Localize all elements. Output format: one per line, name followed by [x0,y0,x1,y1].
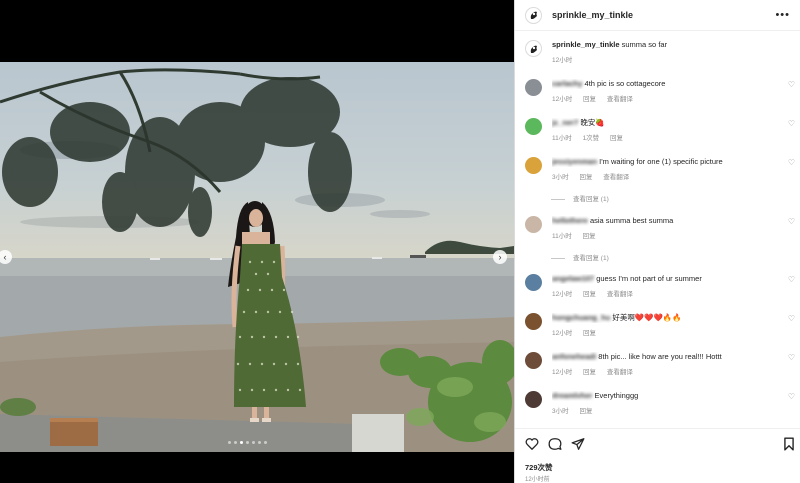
comment-time: 12小时 [552,330,573,337]
carousel-indicator [228,441,267,444]
comment-text: Everythinggg [594,391,639,400]
comment-text: 4th pic is so cottagecore [584,79,666,88]
view-replies-label: 查看回复 (1) [573,196,609,203]
commenter-avatar[interactable] [525,313,542,330]
reply-button[interactable]: 回复 [583,291,596,298]
comment-text: guess I'm not part of ur summer [596,274,702,283]
commenter-avatar[interactable] [525,79,542,96]
commenter-avatar[interactable] [525,157,542,174]
reply-button[interactable]: 回复 [583,233,596,240]
beach-scene-image [0,68,514,452]
carousel-dot [246,441,249,444]
see-translation-button[interactable]: 查看翻译 [607,369,633,376]
comment-text: 8th pic... like how are you real!!! Hott… [598,352,722,361]
commenter-avatar[interactable] [525,274,542,291]
owner-username[interactable]: sprinkle_my_tinkle [552,10,633,20]
like-comment-heart-icon[interactable]: ♡ [788,314,795,323]
comment-time: 12小时 [552,291,573,298]
view-replies-button[interactable]: 查看回复 (1) [551,252,609,262]
reply-button[interactable]: 回复 [583,330,596,337]
comments-list[interactable]: sprinkle_my_tinkle summa so far 12小时 car… [515,31,800,428]
reply-button[interactable]: 回复 [583,96,596,103]
reply-button[interactable]: 回复 [579,174,592,181]
post-sidebar: sprinkle_my_tinkle ••• sprinkle_my_tinkl… [514,0,800,483]
see-translation-button[interactable]: 查看翻译 [607,96,633,103]
commenter-username[interactable]: jc_ner7 [552,118,578,127]
carousel-dot [234,441,237,444]
like-comment-heart-icon[interactable]: ♡ [788,119,795,128]
commenter-username[interactable]: jessiyenman [552,157,597,166]
carousel-dot [240,441,243,444]
view-replies-button[interactable]: 查看回复 (1) [551,193,609,203]
like-comment-heart-icon[interactable]: ♡ [788,392,795,401]
caption-text: summa so far [621,40,668,49]
chevron-right-icon: › [498,251,502,262]
comment-time: 3小时 [552,408,569,415]
carousel-dot [228,441,231,444]
post-photo[interactable] [0,62,514,452]
owner-avatar[interactable] [525,6,542,24]
commenter-avatar[interactable] [525,118,542,135]
post-actions: 729次赞 12小时前 [515,428,800,483]
likes-count[interactable]: 729次赞 [525,462,553,473]
commenter-username[interactable]: hongchuang_hu [552,313,610,322]
caption-time: 12小时 [552,57,573,64]
like-comment-heart-icon[interactable]: ♡ [788,158,795,167]
post-header: sprinkle_my_tinkle ••• [515,0,800,31]
carousel-dot [258,441,261,444]
comment-text: 好美啊❤️❤️❤️🔥🔥 [612,313,682,322]
comment-time: 11小时 [552,233,572,240]
commenter-avatar[interactable] [525,391,542,408]
see-translation-button[interactable]: 查看翻译 [607,291,633,298]
save-bookmark-icon[interactable] [783,437,795,451]
comment-time: 12小时 [552,369,573,376]
commenter-avatar[interactable] [525,352,542,369]
like-comment-heart-icon[interactable]: ♡ [788,217,795,226]
comment-text: I'm waiting for one (1) specific picture [599,157,723,166]
owner-avatar-image [530,45,537,53]
like-heart-icon[interactable] [525,437,539,451]
comment-time: 11小时 [552,135,572,142]
comment-text: asia summa best summa [589,216,674,225]
comment-time: 12小时 [552,96,573,103]
comment-time: 3小时 [552,174,569,181]
replies-divider-line [551,257,565,259]
post-media: ‹ › [0,0,514,483]
owner-avatar-image [530,11,537,19]
next-slide-button[interactable]: › [493,250,507,264]
like-comment-heart-icon[interactable]: ♡ [788,80,795,89]
like-comment-heart-icon[interactable]: ♡ [788,275,795,284]
commenter-username[interactable]: carlachy [552,79,582,88]
view-replies-label: 查看回复 (1) [573,255,609,262]
carousel-dot [252,441,255,444]
carousel-dot [264,441,267,444]
caption-username[interactable]: sprinkle_my_tinkle [552,40,620,49]
reply-button[interactable]: 回复 [610,135,623,142]
commenter-username[interactable]: dreamlvher [552,391,592,400]
comment-likes[interactable]: 1次赞 [583,135,600,142]
caption-avatar[interactable] [525,40,542,57]
replies-divider-line [551,198,565,200]
commenter-username[interactable]: angelaw107 [552,274,594,283]
more-options-icon[interactable]: ••• [775,9,790,21]
commenter-username[interactable]: anfoneheadi [552,352,596,361]
comment-bubble-icon[interactable] [548,437,562,451]
post-timestamp: 12小时前 [525,477,550,483]
reply-button[interactable]: 回复 [583,369,596,376]
comment-text: 晚安🍓 [580,118,605,127]
commenter-username[interactable]: hellothere [552,216,588,225]
commenter-avatar[interactable] [525,216,542,233]
see-translation-button[interactable]: 查看翻译 [603,174,629,181]
reply-button[interactable]: 回复 [579,408,592,415]
share-paper-plane-icon[interactable] [571,437,585,451]
like-comment-heart-icon[interactable]: ♡ [788,353,795,362]
chevron-left-icon: ‹ [3,251,7,262]
